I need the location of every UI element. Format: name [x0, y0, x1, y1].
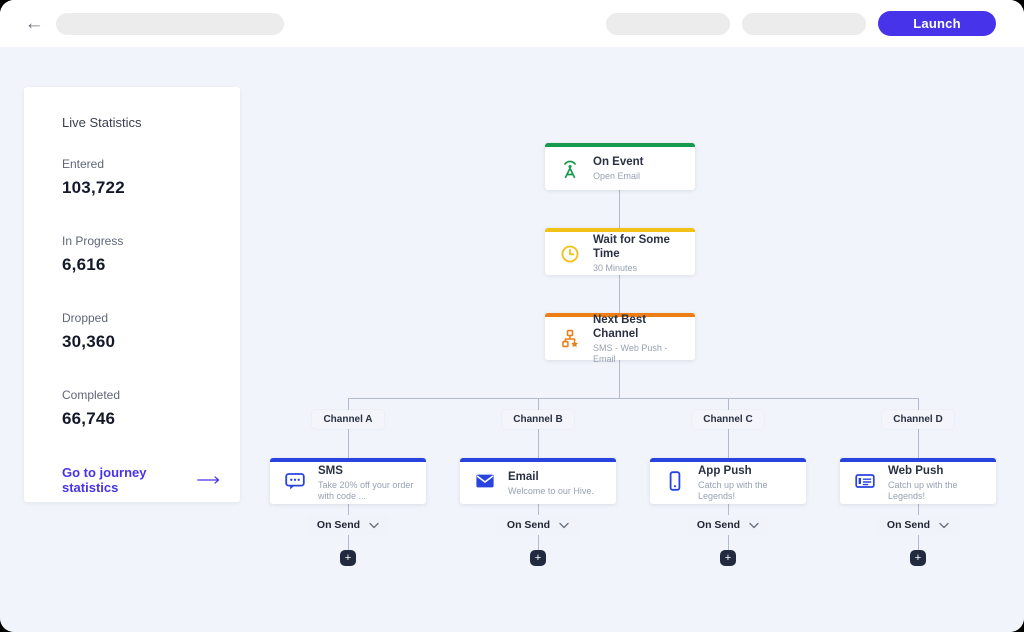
chevron-down-icon — [749, 522, 759, 529]
add-step-button[interactable]: + — [340, 550, 356, 566]
on-send-label: On Send — [317, 519, 360, 531]
browser-push-icon — [853, 469, 877, 498]
connector-line — [619, 190, 620, 228]
email-envelope-icon — [473, 469, 497, 498]
plus-icon: + — [725, 552, 731, 564]
stat-in-progress: In Progress 6,616 — [62, 234, 220, 275]
journey-canvas: Live Statistics Entered 103,722 In Progr… — [0, 47, 1024, 632]
branch-channel-b: Channel B Email Welcome to our Hive. On … — [460, 398, 616, 566]
node-title: On Event — [593, 155, 643, 169]
node-sms[interactable]: SMS Take 20% off your order with code ..… — [270, 458, 426, 504]
node-text: Next Best Channel SMS - Web Push - Email — [593, 313, 685, 365]
stat-value: 30,360 — [62, 332, 220, 352]
on-send-dropdown[interactable]: On Send — [687, 515, 769, 535]
on-send-label: On Send — [697, 519, 740, 531]
panel-title: Live Statistics — [62, 115, 220, 130]
node-next-best-channel[interactable]: Next Best Channel SMS - Web Push - Email — [545, 313, 695, 360]
add-step-button[interactable]: + — [720, 550, 736, 566]
plus-icon: + — [345, 552, 351, 564]
branch-channel-a: Channel A SMS Take 20% off your order wi… — [270, 398, 426, 566]
node-subtitle: Catch up with the Legends! — [888, 480, 988, 502]
live-statistics-panel: Live Statistics Entered 103,722 In Progr… — [24, 87, 240, 502]
stat-label: Entered — [62, 157, 220, 171]
back-button[interactable]: ← — [22, 12, 46, 36]
on-send-dropdown[interactable]: On Send — [877, 515, 959, 535]
node-subtitle: SMS - Web Push - Email — [593, 343, 685, 365]
stat-label: Dropped — [62, 311, 220, 325]
hierarchy-star-icon — [559, 328, 581, 350]
node-title: App Push — [698, 464, 798, 478]
node-title: Web Push — [888, 464, 988, 478]
node-subtitle: 30 Minutes — [593, 263, 685, 274]
journey-builder-screen: ← Launch Live Statistics Entered 103,722… — [0, 0, 1024, 632]
node-web-push[interactable]: Web Push Catch up with the Legends! — [840, 458, 996, 504]
node-email[interactable]: Email Welcome to our Hive. — [460, 458, 616, 504]
node-on-event[interactable]: On Event Open Email — [545, 143, 695, 190]
branch-channel-c: Channel C App Push Catch up with the Leg… — [650, 398, 806, 566]
topbar-placeholder-1 — [606, 13, 730, 35]
node-wait[interactable]: Wait for Some Time 30 Minutes — [545, 228, 695, 275]
stat-value: 103,722 — [62, 178, 220, 198]
chevron-down-icon — [559, 522, 569, 529]
on-send-label: On Send — [507, 519, 550, 531]
node-title: Wait for Some Time — [593, 233, 685, 261]
node-text: Email Welcome to our Hive. — [508, 470, 594, 497]
arrow-right-icon — [197, 475, 220, 485]
journey-title-placeholder — [56, 13, 284, 35]
stat-completed: Completed 66,746 — [62, 388, 220, 429]
chevron-down-icon — [369, 522, 379, 529]
node-text: App Push Catch up with the Legends! — [698, 464, 798, 502]
channel-label: Channel D — [882, 410, 953, 429]
stat-label: Completed — [62, 388, 220, 402]
add-step-button[interactable]: + — [910, 550, 926, 566]
node-text: On Event Open Email — [593, 155, 643, 182]
topbar-placeholder-2 — [742, 13, 866, 35]
chevron-down-icon — [939, 522, 949, 529]
node-title: SMS — [318, 464, 418, 478]
journey-statistics-link[interactable]: Go to journey statistics — [62, 465, 220, 495]
add-step-button[interactable]: + — [530, 550, 546, 566]
connector-line — [619, 275, 620, 313]
node-subtitle: Take 20% off your order with code ... — [318, 480, 418, 502]
on-send-dropdown[interactable]: On Send — [307, 515, 389, 535]
stat-value: 66,746 — [62, 409, 220, 429]
node-text: Web Push Catch up with the Legends! — [888, 464, 988, 502]
branch-bar-line — [348, 398, 918, 399]
antenna-icon — [559, 158, 581, 180]
node-subtitle: Catch up with the Legends! — [698, 480, 798, 502]
node-subtitle: Open Email — [593, 171, 643, 182]
branch-channel-d: Channel D Web Push Catch up with the Leg… — [840, 398, 996, 566]
node-text: SMS Take 20% off your order with code ..… — [318, 464, 418, 502]
arrow-left-icon: ← — [25, 13, 44, 34]
connector-line — [619, 360, 620, 398]
plus-icon: + — [915, 552, 921, 564]
plus-icon: + — [535, 552, 541, 564]
on-send-label: On Send — [887, 519, 930, 531]
node-title: Email — [508, 470, 594, 484]
journey-statistics-link-label: Go to journey statistics — [62, 465, 189, 495]
on-send-dropdown[interactable]: On Send — [497, 515, 579, 535]
channel-label: Channel C — [692, 410, 763, 429]
clock-icon — [559, 243, 581, 265]
stat-label: In Progress — [62, 234, 220, 248]
sms-bubble-icon — [283, 469, 307, 498]
stat-dropped: Dropped 30,360 — [62, 311, 220, 352]
stat-entered: Entered 103,722 — [62, 157, 220, 198]
stat-value: 6,616 — [62, 255, 220, 275]
channel-label: Channel B — [502, 410, 573, 429]
node-text: Wait for Some Time 30 Minutes — [593, 233, 685, 274]
launch-button[interactable]: Launch — [878, 11, 996, 36]
node-subtitle: Welcome to our Hive. — [508, 486, 594, 497]
node-app-push[interactable]: App Push Catch up with the Legends! — [650, 458, 806, 504]
channel-label: Channel A — [312, 410, 383, 429]
node-title: Next Best Channel — [593, 313, 685, 341]
smartphone-icon — [663, 469, 687, 498]
topbar: ← Launch — [0, 0, 1024, 47]
